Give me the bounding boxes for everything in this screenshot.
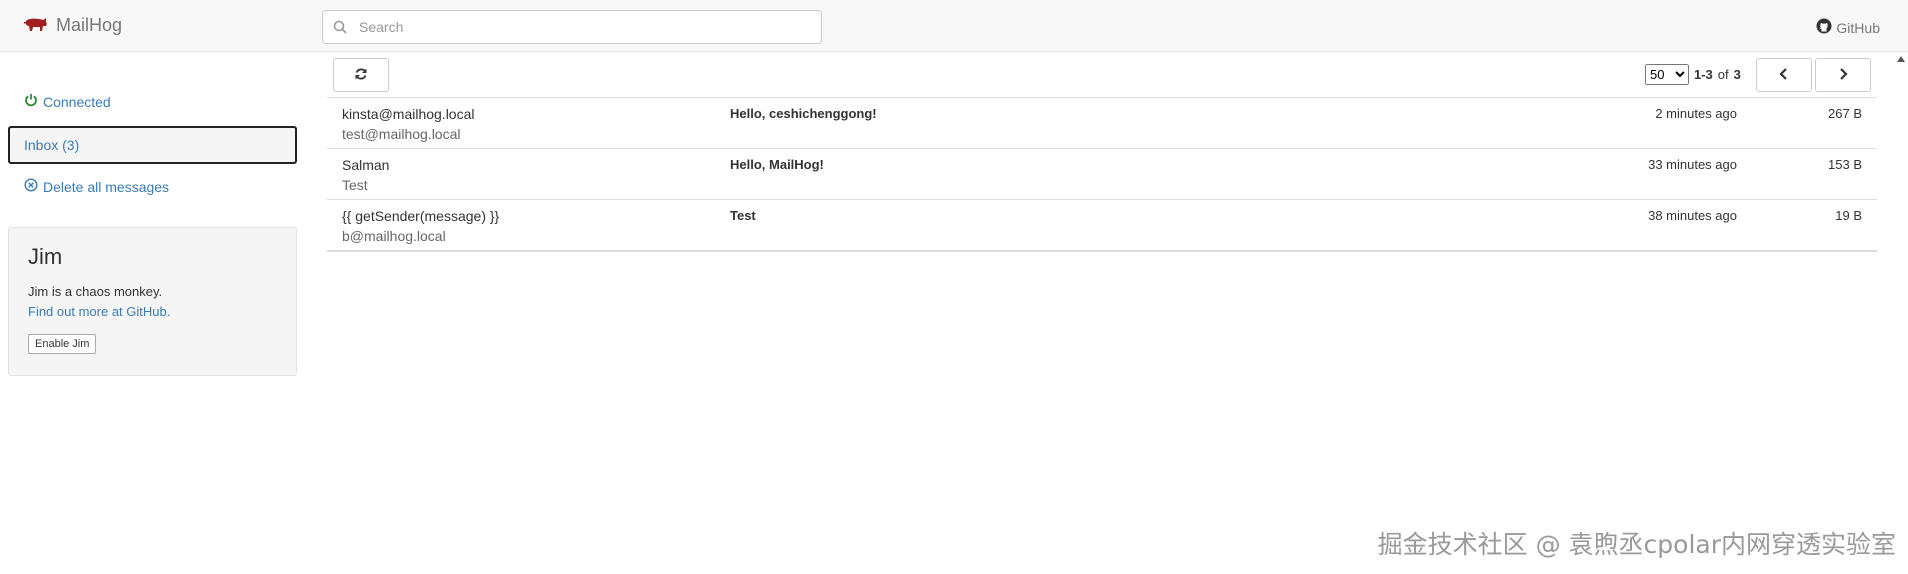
message-to: test@mailhog.local <box>342 126 461 142</box>
delete-all-messages-link[interactable]: Delete all messages <box>24 178 169 195</box>
power-icon <box>24 93 38 110</box>
top-navbar: MailHog GitHub <box>0 0 1908 52</box>
total-count: 3 <box>1733 67 1741 82</box>
github-label: GitHub <box>1836 19 1880 36</box>
message-time: 33 minutes ago <box>1648 157 1737 172</box>
message-list: kinsta@mailhog.local test@mailhog.local He… <box>327 97 1877 252</box>
message-row[interactable]: Salman Test Hello, MailHog! 33 minutes ago 1… <box>327 149 1877 200</box>
watermark: 掘金技术社区 @ 袁煦丞cpolar内网穿透实验室 <box>1377 530 1896 559</box>
search-icon <box>333 19 349 35</box>
search-box[interactable] <box>322 10 822 44</box>
message-size: 19 B <box>1835 208 1862 223</box>
search-input[interactable] <box>357 18 821 36</box>
chevron-right-icon <box>1838 67 1848 83</box>
message-from: kinsta@mailhog.local <box>342 106 475 122</box>
refresh-button[interactable] <box>333 58 389 92</box>
jim-panel: Jim Jim is a chaos monkey. Find out more… <box>8 227 297 376</box>
sidebar-item-inbox[interactable]: Inbox (3) <box>8 126 297 164</box>
message-time: 2 minutes ago <box>1655 106 1737 121</box>
page-size-select[interactable]: 1050100250 <box>1645 64 1689 85</box>
message-from: Salman <box>342 157 390 173</box>
previous-page-button[interactable] <box>1756 58 1812 92</box>
delete-all-label: Delete all messages <box>43 178 170 195</box>
enable-jim-button[interactable]: Enable Jim <box>28 334 97 354</box>
github-icon <box>1816 18 1832 37</box>
message-size: 267 B <box>1828 106 1862 121</box>
scrollbar[interactable] <box>1894 52 1908 574</box>
message-row[interactable]: {{ getSender(message) }} b@mailhog.local T… <box>327 200 1877 252</box>
message-from: {{ getSender(message) }} <box>342 208 500 224</box>
brand-link[interactable]: MailHog <box>24 15 122 36</box>
message-to: b@mailhog.local <box>342 228 446 244</box>
github-link[interactable]: GitHub <box>1816 18 1880 37</box>
message-row[interactable]: kinsta@mailhog.local test@mailhog.local He… <box>327 98 1877 149</box>
brand-name: MailHog <box>56 15 123 35</box>
of-label: of <box>1717 67 1729 82</box>
pig-logo-icon <box>24 16 48 35</box>
jim-description: Jim is a chaos monkey. <box>28 284 163 299</box>
pagination-info: 1050100250 1-3 of 3 <box>1645 64 1741 85</box>
refresh-icon <box>354 67 368 84</box>
next-page-button[interactable] <box>1815 58 1871 92</box>
message-to: Test <box>342 177 368 193</box>
page-range: 1-3 <box>1694 67 1713 82</box>
chevron-left-icon <box>1779 67 1789 83</box>
message-size: 153 B <box>1828 157 1862 172</box>
message-subject: Hello, ceshichenggong! <box>730 106 877 121</box>
status-label: Connected <box>43 93 111 110</box>
circle-x-icon <box>24 178 38 195</box>
jim-title: Jim <box>28 244 63 269</box>
message-time: 38 minutes ago <box>1648 208 1737 223</box>
jim-github-link[interactable]: Find out more at GitHub. <box>28 302 277 322</box>
connection-status[interactable]: Connected <box>24 93 111 110</box>
message-subject: Test <box>730 208 756 223</box>
message-subject: Hello, MailHog! <box>730 157 824 172</box>
scroll-up-arrow-icon[interactable] <box>1897 56 1905 62</box>
